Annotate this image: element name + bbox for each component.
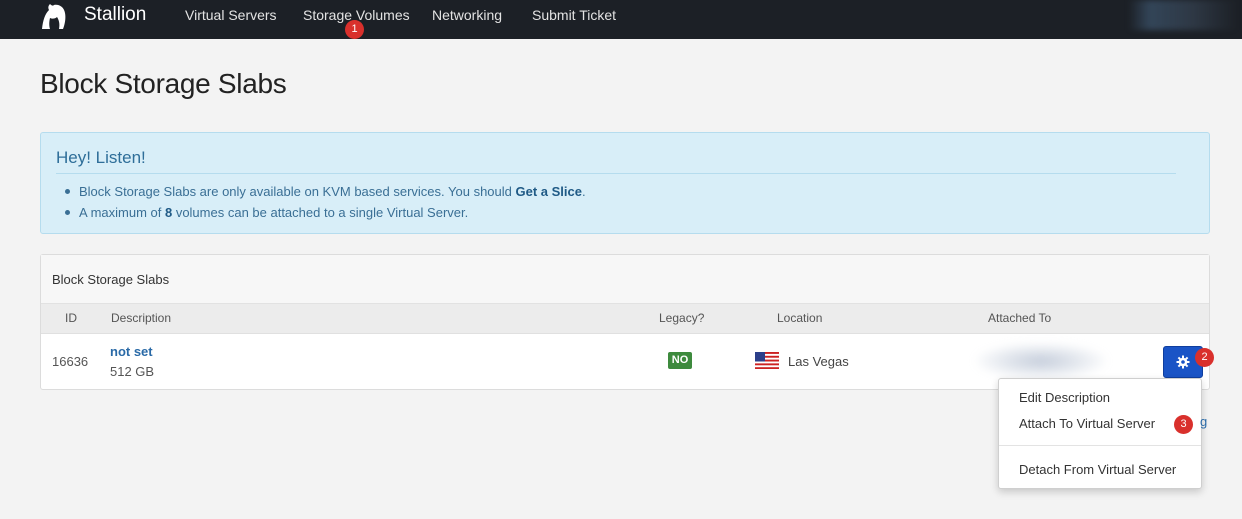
nav-submit-ticket[interactable]: Submit Ticket	[532, 7, 616, 23]
row-location: Las Vegas	[788, 354, 849, 369]
alert-item-max-post: volumes can be attached to a single Virt…	[172, 205, 469, 220]
page-title: Block Storage Slabs	[40, 68, 287, 99]
alert-title: Hey! Listen!	[56, 148, 146, 167]
info-alert: Hey! Listen! Block Storage Slabs are onl…	[40, 132, 1210, 234]
alert-item-kvm-end: .	[581, 184, 586, 199]
attached-to-blurred	[976, 343, 1106, 379]
annotation-badge-1: 1	[345, 20, 364, 39]
alert-item-max-volumes: A maximum of 8 volumes can be attached t…	[65, 202, 586, 223]
get-a-slice-link[interactable]: Get a Slice	[515, 184, 581, 199]
top-navbar: Stallion Virtual Servers Storage Volumes…	[0, 0, 1242, 39]
column-id: ID	[65, 311, 77, 325]
brand-name[interactable]: Stallion	[84, 4, 146, 26]
menu-divider	[999, 445, 1201, 446]
menu-attach-to-virtual-server[interactable]: Attach To Virtual Server	[1019, 416, 1155, 431]
storage-slabs-panel: Block Storage Slabs ID Description Legac…	[40, 254, 1210, 390]
row-id: 16636	[52, 354, 89, 369]
alert-item-kvm-text: Block Storage Slabs are only available o…	[79, 184, 516, 199]
column-location: Location	[777, 311, 823, 325]
table-header: ID Description Legacy? Location Attached…	[41, 304, 1209, 334]
column-attached-to: Attached To	[988, 311, 1052, 325]
menu-edit-description[interactable]: Edit Description	[1019, 390, 1110, 405]
alert-divider	[56, 173, 1176, 174]
panel-title: Block Storage Slabs	[52, 272, 170, 287]
gear-icon	[1176, 355, 1190, 369]
panel-heading: Block Storage Slabs	[41, 255, 1209, 304]
nav-networking[interactable]: Networking	[432, 7, 502, 23]
alert-list: Block Storage Slabs are only available o…	[65, 181, 586, 223]
actions-dropdown-menu: Edit Description Attach To Virtual Serve…	[998, 378, 1202, 489]
column-description: Description	[111, 311, 172, 325]
horse-logo-icon[interactable]	[38, 2, 68, 30]
row-size: 512 GB	[110, 364, 155, 379]
alert-item-max-pre: A maximum of	[79, 205, 165, 220]
legacy-badge: NO	[668, 352, 692, 369]
row-description-link[interactable]: not set	[110, 344, 153, 359]
alert-item-kvm: Block Storage Slabs are only available o…	[65, 181, 586, 202]
column-legacy: Legacy?	[659, 311, 705, 325]
partially-hidden-link[interactable]: g	[1200, 414, 1207, 429]
nav-virtual-servers[interactable]: Virtual Servers	[185, 7, 277, 23]
us-flag-icon	[755, 352, 779, 369]
menu-detach-from-virtual-server[interactable]: Detach From Virtual Server	[1019, 462, 1176, 477]
annotation-badge-2: 2	[1195, 348, 1214, 367]
blurred-user-menu[interactable]	[1128, 0, 1238, 30]
annotation-badge-3: 3	[1174, 415, 1193, 434]
